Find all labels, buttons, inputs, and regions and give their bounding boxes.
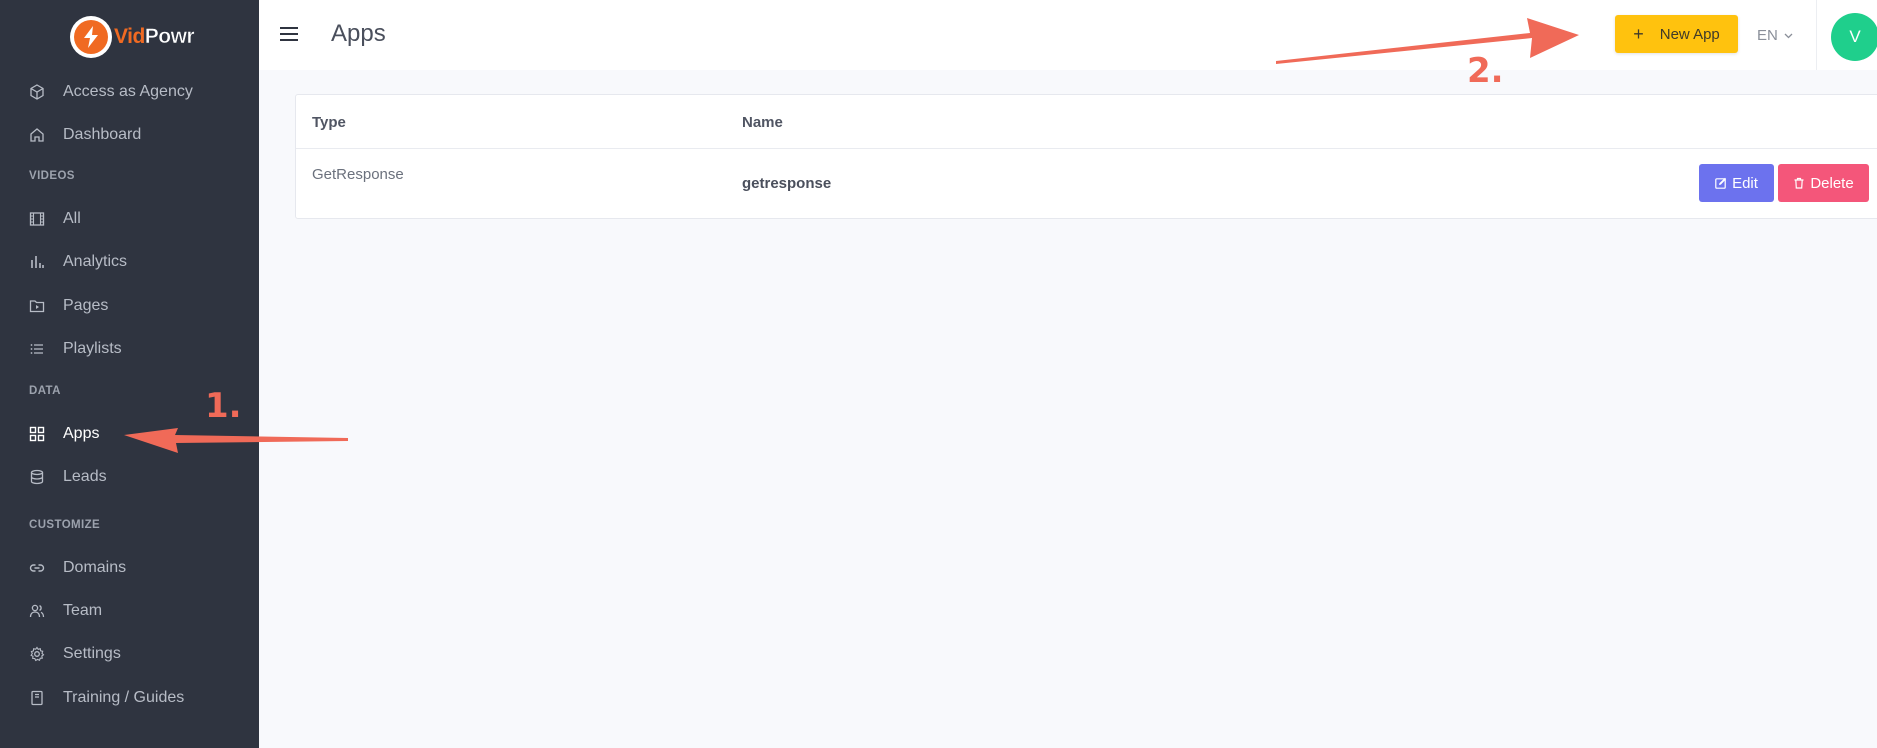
sidebar-item-leads[interactable]: Leads (0, 461, 259, 493)
link-icon (29, 564, 45, 572)
sidebar-item-analytics[interactable]: Analytics (0, 246, 259, 278)
annotation-step-2: 2. (1467, 51, 1504, 91)
app-name-cell: getresponse (742, 175, 832, 192)
sidebar-item-label: Playlists (63, 340, 122, 357)
sidebar-item-playlists[interactable]: Playlists (0, 333, 259, 365)
book-icon (31, 690, 43, 706)
header-divider (1816, 0, 1817, 70)
sidebar-item-dashboard[interactable]: Dashboard (0, 119, 259, 151)
logo-powr: Powr (144, 25, 195, 49)
grid-icon (29, 426, 45, 442)
sidebar-item-label: Pages (63, 297, 109, 314)
sidebar-item-label: Team (63, 602, 103, 619)
home-icon (30, 128, 44, 142)
row-divider (296, 148, 1877, 149)
edit-button[interactable]: Edit (1699, 164, 1774, 202)
database-icon (30, 469, 44, 485)
sidebar-item-team[interactable]: Team (0, 595, 259, 627)
sidebar-item-all[interactable]: All (0, 203, 259, 235)
logo-wordmark: VidPowr (114, 25, 195, 49)
top-header: Apps + New App EN V (259, 0, 1877, 70)
edit-label: Edit (1732, 174, 1758, 192)
cube-icon (30, 84, 44, 100)
gear-icon (30, 646, 45, 662)
new-app-label: New App (1659, 25, 1720, 43)
column-header-name: Name (742, 114, 783, 131)
language-label: EN (1757, 27, 1778, 44)
edit-icon (1715, 177, 1727, 189)
sidebar-item-label: All (63, 210, 81, 227)
sidebar-item-settings[interactable]: Settings (0, 638, 259, 670)
section-label-data: DATA (29, 385, 61, 397)
folder-play-icon (29, 300, 45, 313)
sidebar: VidPowr Access as Agency Dashboard VIDEO… (0, 0, 259, 748)
user-avatar[interactable]: V (1831, 13, 1877, 61)
sidebar-item-access-as-agency[interactable]: Access as Agency (0, 76, 259, 108)
logo-badge (70, 16, 112, 58)
bar-chart-icon (31, 256, 44, 268)
annotation-step-1: 1. (205, 386, 242, 426)
hamburger-menu-icon[interactable] (279, 26, 299, 42)
section-label-videos: VIDEOS (29, 170, 75, 182)
sidebar-item-label: Settings (63, 645, 121, 662)
section-label-customize: CUSTOMIZE (29, 519, 101, 531)
sidebar-item-pages[interactable]: Pages (0, 290, 259, 322)
page-title: Apps (331, 20, 386, 47)
chevron-down-icon (1784, 33, 1793, 38)
sidebar-item-label: Leads (63, 468, 107, 485)
film-icon (29, 212, 45, 226)
sidebar-item-domains[interactable]: Domains (0, 552, 259, 584)
app-type-cell: GetResponse (312, 166, 404, 183)
users-icon (29, 604, 45, 618)
sidebar-item-label: Access as Agency (63, 83, 193, 100)
sidebar-item-label: Training / Guides (63, 689, 185, 706)
vidpowr-logo[interactable]: VidPowr (70, 16, 195, 58)
list-icon (30, 344, 43, 354)
delete-button[interactable]: Delete (1778, 164, 1869, 202)
sidebar-item-training-guides[interactable]: Training / Guides (0, 682, 259, 714)
trash-icon (1794, 177, 1804, 189)
plus-icon: + (1633, 23, 1644, 44)
apps-table: Type Name GetResponse getresponse Edit D… (295, 94, 1877, 219)
sidebar-item-label: Domains (63, 559, 127, 576)
column-header-type: Type (312, 114, 346, 131)
sidebar-item-label: Apps (63, 425, 100, 442)
lightning-icon (74, 20, 108, 54)
delete-label: Delete (1810, 174, 1854, 192)
new-app-button[interactable]: + New App (1615, 15, 1738, 53)
language-selector[interactable]: EN (1757, 27, 1793, 44)
sidebar-item-label: Dashboard (63, 126, 142, 143)
logo-vid: Vid (114, 25, 145, 48)
sidebar-item-label: Analytics (63, 253, 128, 270)
